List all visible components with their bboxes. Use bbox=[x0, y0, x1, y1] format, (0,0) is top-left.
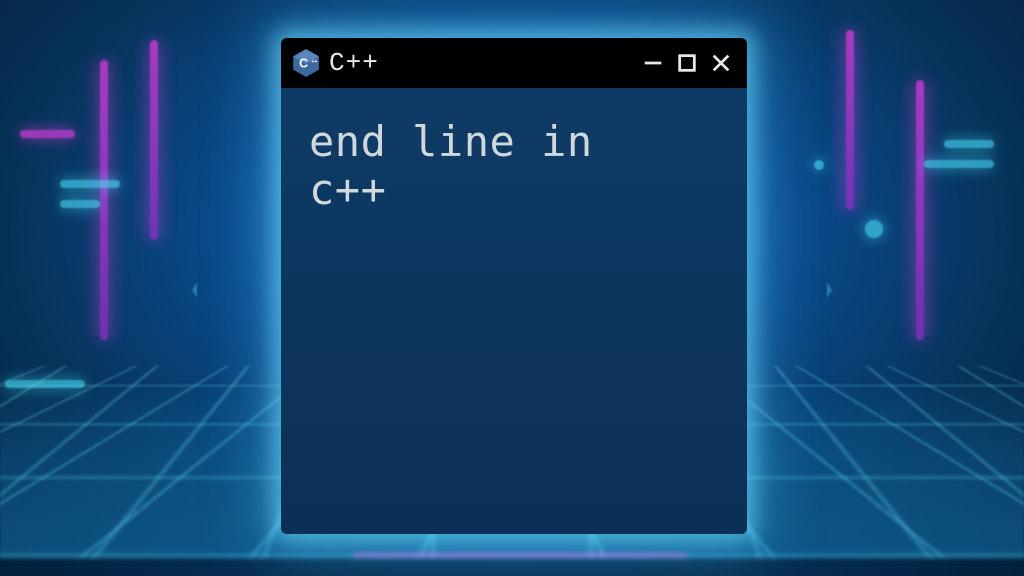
terminal-text: end line in c++ bbox=[309, 118, 719, 215]
svg-text:+: + bbox=[311, 59, 314, 65]
maximize-button[interactable] bbox=[675, 51, 699, 75]
cpp-icon: C + + bbox=[291, 48, 321, 78]
window-title: C++ bbox=[329, 48, 379, 78]
close-button[interactable] bbox=[709, 51, 733, 75]
svg-text:+: + bbox=[314, 59, 317, 65]
minimize-button[interactable] bbox=[641, 51, 665, 75]
terminal-window: C + + C++ end line in c++ bbox=[281, 38, 747, 534]
titlebar[interactable]: C + + C++ bbox=[281, 38, 747, 88]
terminal-content: end line in c++ bbox=[281, 88, 747, 534]
window-controls bbox=[641, 51, 733, 75]
svg-text:C: C bbox=[299, 57, 308, 71]
